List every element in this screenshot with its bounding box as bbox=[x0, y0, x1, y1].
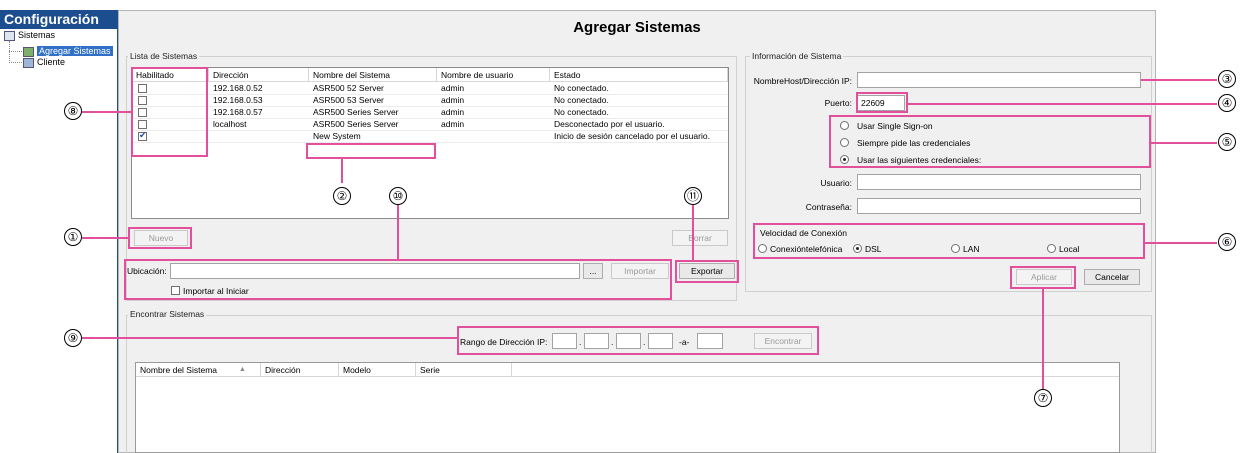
name-cell: New System bbox=[313, 131, 361, 141]
highlight-apply-button bbox=[1010, 266, 1076, 289]
host-label: NombreHost/Dirección IP: bbox=[753, 76, 852, 86]
callout-line bbox=[82, 237, 129, 239]
callout-1: ① bbox=[64, 228, 82, 246]
system-info-group-title: Información de Sistema bbox=[750, 51, 844, 61]
highlight-connection-speed bbox=[753, 223, 1145, 259]
system-list-group-title: Lista de Sistemas bbox=[128, 51, 200, 61]
name-cell: ASR500 Series Server bbox=[313, 119, 399, 129]
user-cell: admin bbox=[441, 83, 465, 93]
user-cell bbox=[437, 131, 441, 142]
column-header[interactable]: Dirección bbox=[261, 363, 339, 377]
user-cell: admin bbox=[441, 95, 465, 105]
password-label: Contraseña: bbox=[805, 202, 852, 212]
callout-3: ③ bbox=[1218, 70, 1236, 88]
callout-line bbox=[692, 205, 694, 261]
callout-line bbox=[1145, 242, 1217, 244]
column-header[interactable]: Modelo bbox=[339, 363, 416, 377]
highlight-port-input bbox=[856, 92, 908, 113]
address-cell: localhost bbox=[213, 119, 247, 129]
callout-line bbox=[908, 103, 1217, 105]
callout-10: ⑩ bbox=[389, 187, 407, 205]
callout-line bbox=[397, 205, 399, 260]
port-label: Puerto: bbox=[824, 98, 852, 108]
column-header-filler bbox=[512, 363, 1119, 377]
callout-line bbox=[1042, 289, 1044, 389]
sort-ascending-icon: ▲ bbox=[239, 366, 246, 373]
callout-11: ⑪ bbox=[684, 187, 702, 205]
column-header[interactable]: Serie bbox=[416, 363, 512, 377]
column-header-label: Nombre del Sistema bbox=[140, 365, 218, 375]
tree-connector bbox=[9, 51, 22, 52]
column-header[interactable]: Nombre del Sistema ▲ bbox=[136, 363, 261, 377]
client-icon bbox=[23, 57, 34, 68]
status-cell: No conectado. bbox=[554, 95, 609, 105]
callout-6: ⑥ bbox=[1218, 233, 1236, 251]
column-header[interactable]: Nombre de usuario bbox=[437, 68, 550, 82]
password-input[interactable] bbox=[857, 198, 1141, 214]
callout-9: ⑨ bbox=[64, 329, 82, 347]
tree-title: Configuración bbox=[0, 10, 119, 29]
highlight-export-button bbox=[675, 260, 739, 283]
tree-item-label: Sistemas bbox=[18, 30, 56, 40]
config-tree: Configuración Sistemas Agregar Sistemas … bbox=[0, 10, 119, 453]
name-cell: ASR500 52 Server bbox=[313, 83, 384, 93]
tree-connector bbox=[9, 41, 10, 63]
host-input[interactable] bbox=[857, 72, 1141, 88]
found-systems-table: Nombre del Sistema ▲ Dirección Modelo Se… bbox=[135, 362, 1120, 453]
user-cell: admin bbox=[441, 107, 465, 117]
highlight-auth-options bbox=[829, 115, 1151, 168]
cancel-button[interactable]: Cancelar bbox=[1084, 269, 1140, 285]
status-cell: No conectado. bbox=[554, 83, 609, 93]
callout-line bbox=[82, 111, 132, 113]
status-cell: Desconectado por el usuario. bbox=[554, 119, 665, 129]
tree-item-sistemas[interactable]: Sistemas bbox=[4, 30, 55, 41]
user-cell: admin bbox=[441, 119, 465, 129]
highlight-new-system bbox=[306, 143, 436, 159]
page-title: Agregar Sistemas bbox=[573, 19, 701, 36]
callout-line bbox=[82, 337, 458, 339]
user-input[interactable] bbox=[857, 174, 1141, 190]
status-cell: No conectado. bbox=[554, 107, 609, 117]
address-cell bbox=[209, 131, 213, 142]
tree-connector bbox=[9, 62, 22, 63]
tree-item-agregar-sistemas[interactable]: Agregar Sistemas bbox=[23, 46, 113, 57]
callout-7: ⑦ bbox=[1034, 389, 1052, 407]
delete-button[interactable]: Borrar bbox=[672, 230, 728, 246]
tree-item-cliente[interactable]: Cliente bbox=[23, 57, 65, 68]
name-cell: ASR500 53 Server bbox=[313, 95, 384, 105]
tree-item-label: Cliente bbox=[37, 57, 66, 67]
address-cell: 192.168.0.57 bbox=[213, 107, 263, 117]
highlight-enabled-column bbox=[131, 67, 208, 157]
address-cell: 192.168.0.52 bbox=[213, 83, 263, 93]
callout-line bbox=[341, 159, 343, 183]
add-system-icon bbox=[23, 46, 34, 57]
find-systems-group-title: Encontrar Sistemas bbox=[128, 309, 207, 319]
address-cell: 192.168.0.53 bbox=[213, 95, 263, 105]
systems-folder-icon bbox=[4, 30, 15, 41]
name-cell: ASR500 Series Server bbox=[313, 107, 399, 117]
highlight-new-button bbox=[128, 227, 192, 249]
user-label: Usuario: bbox=[820, 178, 852, 188]
callout-2: ② bbox=[333, 187, 351, 205]
callout-8: ⑧ bbox=[64, 102, 82, 120]
highlight-ip-range bbox=[457, 326, 819, 355]
callout-5: ⑤ bbox=[1218, 133, 1236, 151]
highlight-location bbox=[124, 259, 672, 300]
tree-item-label: Agregar Sistemas bbox=[37, 46, 113, 56]
callout-line bbox=[1151, 142, 1217, 144]
column-header[interactable]: Nombre del Sistema bbox=[309, 68, 437, 82]
column-header[interactable]: Dirección bbox=[209, 68, 309, 82]
column-header[interactable]: Estado bbox=[550, 68, 728, 82]
callout-line bbox=[1141, 79, 1217, 81]
callout-4: ④ bbox=[1218, 94, 1236, 112]
status-cell: Inicio de sesión cancelado por el usuari… bbox=[554, 131, 710, 141]
